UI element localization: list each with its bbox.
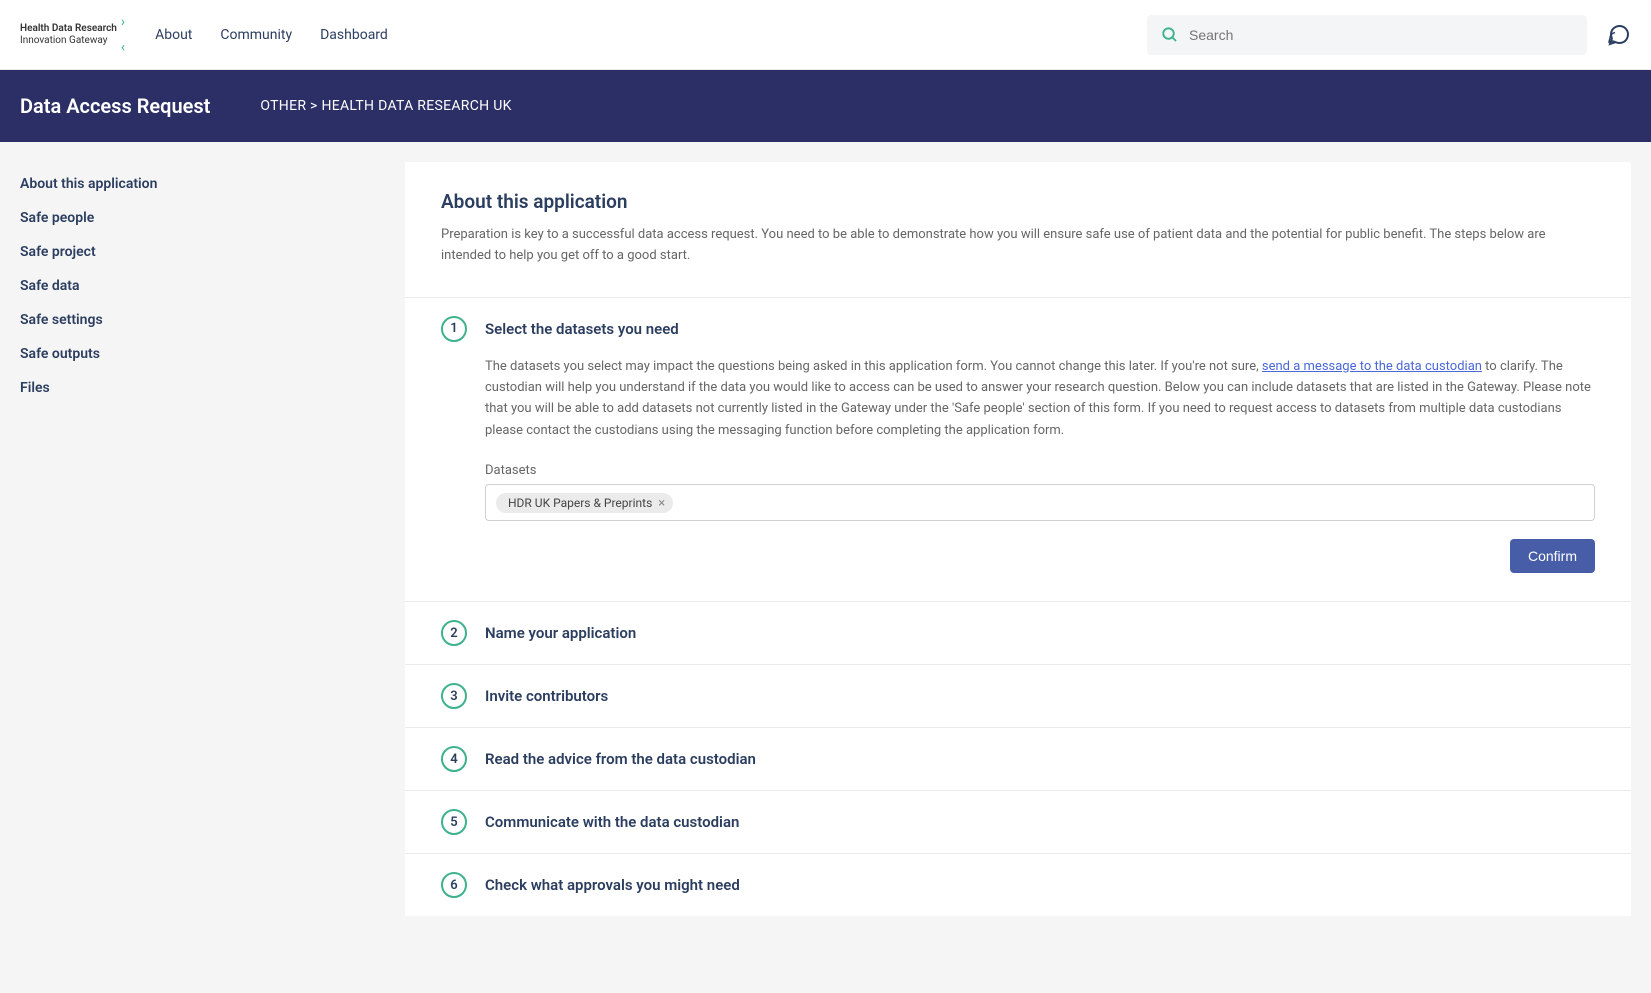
step-4-title: Read the advice from the data custodian	[485, 750, 756, 768]
sidebar-item-about[interactable]: About this application	[20, 167, 385, 201]
confirm-row: Confirm	[485, 539, 1595, 573]
close-icon[interactable]: ×	[658, 497, 665, 510]
intro-section: About this application Preparation is ke…	[405, 162, 1631, 297]
logo[interactable]: Health Data Research Innovation Gateway …	[20, 14, 125, 56]
step-2-title: Name your application	[485, 624, 636, 642]
step-2-number: 2	[441, 620, 467, 646]
step-4[interactable]: 4 Read the advice from the data custodia…	[405, 727, 1631, 790]
step-1-title: Select the datasets you need	[485, 320, 679, 338]
step-6-title: Check what approvals you might need	[485, 876, 740, 894]
intro-title: About this application	[441, 190, 1595, 213]
step-5[interactable]: 5 Communicate with the data custodian	[405, 790, 1631, 853]
sidebar-item-safe-people[interactable]: Safe people	[20, 201, 385, 235]
step-3[interactable]: 3 Invite contributors	[405, 664, 1631, 727]
step-6[interactable]: 6 Check what approvals you might need	[405, 853, 1631, 916]
main-container: About this application Safe people Safe …	[0, 142, 1651, 936]
step-4-header: 4 Read the advice from the data custodia…	[441, 746, 1595, 772]
logo-text: Health Data Research Innovation Gateway	[20, 23, 117, 47]
dataset-tag-label: HDR UK Papers & Preprints	[508, 496, 652, 510]
page-header: Data Access Request OTHER > HEALTH DATA …	[0, 70, 1651, 142]
datasets-label: Datasets	[485, 463, 1595, 478]
step-3-header: 3 Invite contributors	[441, 683, 1595, 709]
step-2[interactable]: 2 Name your application	[405, 601, 1631, 664]
step-1-desc: The datasets you select may impact the q…	[485, 356, 1595, 442]
nav-community[interactable]: Community	[220, 27, 292, 43]
intro-text: Preparation is key to a successful data …	[441, 225, 1595, 267]
step-3-number: 3	[441, 683, 467, 709]
logo-line-2: Innovation Gateway	[20, 35, 117, 47]
top-bar: Health Data Research Innovation Gateway …	[0, 0, 1651, 70]
content: About this application Preparation is ke…	[405, 142, 1651, 936]
step-5-title: Communicate with the data custodian	[485, 813, 739, 831]
breadcrumb: OTHER > HEALTH DATA RESEARCH UK	[260, 98, 511, 114]
step-1-body: The datasets you select may impact the q…	[485, 356, 1595, 574]
dataset-tag: HDR UK Papers & Preprints ×	[496, 493, 673, 513]
sidebar-item-files[interactable]: Files	[20, 371, 385, 405]
step-6-header: 6 Check what approvals you might need	[441, 872, 1595, 898]
search-icon	[1161, 26, 1179, 44]
logo-line-1: Health Data Research	[20, 23, 117, 35]
step-1-header[interactable]: 1 Select the datasets you need	[441, 316, 1595, 342]
page-title: Data Access Request	[20, 94, 210, 118]
step-3-title: Invite contributors	[485, 687, 608, 705]
nav-about[interactable]: About	[155, 27, 192, 43]
step-1-desc-part1: The datasets you select may impact the q…	[485, 359, 1262, 374]
chat-icon[interactable]	[1607, 23, 1631, 47]
message-custodian-link[interactable]: send a message to the data custodian	[1262, 359, 1482, 374]
sidebar-item-safe-project[interactable]: Safe project	[20, 235, 385, 269]
step-1: 1 Select the datasets you need The datas…	[405, 297, 1631, 602]
datasets-input[interactable]: HDR UK Papers & Preprints ×	[485, 484, 1595, 521]
content-card: About this application Preparation is ke…	[405, 162, 1631, 916]
sidebar-item-safe-data[interactable]: Safe data	[20, 269, 385, 303]
search-input[interactable]	[1189, 27, 1573, 43]
search-box[interactable]	[1147, 15, 1587, 55]
sidebar-item-safe-settings[interactable]: Safe settings	[20, 303, 385, 337]
nav-dashboard[interactable]: Dashboard	[320, 27, 388, 43]
sidebar: About this application Safe people Safe …	[0, 142, 405, 936]
step-6-number: 6	[441, 872, 467, 898]
confirm-button[interactable]: Confirm	[1510, 539, 1595, 573]
sidebar-item-safe-outputs[interactable]: Safe outputs	[20, 337, 385, 371]
step-2-header: 2 Name your application	[441, 620, 1595, 646]
step-5-header: 5 Communicate with the data custodian	[441, 809, 1595, 835]
step-5-number: 5	[441, 809, 467, 835]
step-4-number: 4	[441, 746, 467, 772]
nav-links: About Community Dashboard	[155, 27, 388, 43]
logo-arrows-icon: › ›	[121, 14, 125, 56]
step-1-number: 1	[441, 316, 467, 342]
